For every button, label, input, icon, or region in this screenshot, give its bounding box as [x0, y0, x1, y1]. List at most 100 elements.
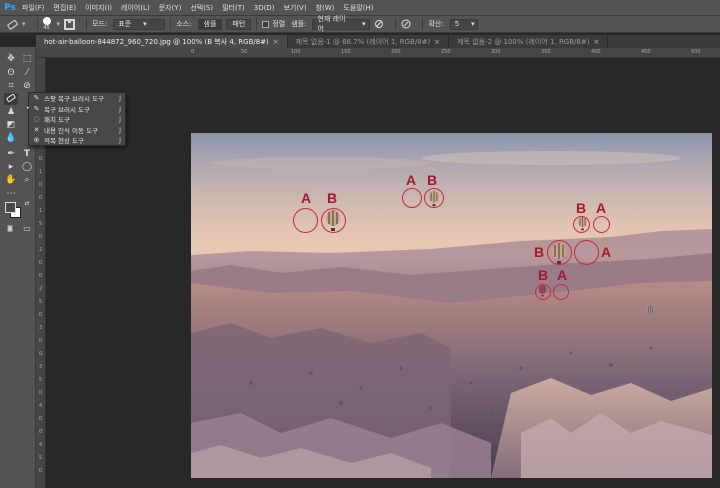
- target-circle-a: [553, 284, 569, 300]
- screen-mode-icon[interactable]: ▭: [20, 223, 34, 235]
- flyout-item-patch[interactable]: ◌ 패치 도구 J: [29, 114, 125, 125]
- ruler-tick-label: 4: [39, 403, 43, 409]
- menu-edit[interactable]: 편집(E): [53, 3, 76, 13]
- ellipse-tool-icon[interactable]: ◯: [20, 161, 34, 173]
- ruler-tick-label: 100: [291, 49, 301, 55]
- spot-healing-icon: ✎: [33, 94, 40, 103]
- move-tool-icon[interactable]: ✥: [4, 53, 18, 65]
- target-circle-a: [593, 216, 610, 233]
- hand-tool-icon[interactable]: ✋: [4, 174, 18, 186]
- flyout-item-healing-brush[interactable]: • ✎ 복구 브러시 도구 J: [26, 104, 125, 115]
- divider: [256, 18, 258, 30]
- clone-stamp-tool-icon[interactable]: ♟: [4, 106, 18, 118]
- ruler-tick-label: 4: [39, 442, 43, 448]
- menu-bar: Ps 파일(F) 편집(E) 이미지(I) 레이어(L) 문자(Y) 선택(S)…: [0, 0, 720, 16]
- marker-b: B: [576, 200, 587, 216]
- ruler-tick-label: 0: [39, 260, 43, 266]
- menu-select[interactable]: 선택(S): [190, 3, 213, 13]
- ruler-tick-label: 1: [39, 169, 43, 175]
- source-circle-b: [535, 284, 551, 300]
- ruler-horizontal: 0 50 100 150 200 250 300 350 400 450 500: [36, 48, 720, 58]
- mode-select[interactable]: 표준 ▾: [113, 18, 166, 30]
- ruler-tick-label: 0: [39, 338, 43, 344]
- eyedropper-tool-icon[interactable]: ⊘: [20, 80, 34, 92]
- chevron-down-icon[interactable]: ▾: [57, 20, 61, 28]
- close-icon[interactable]: ×: [273, 38, 279, 46]
- source-sampled-button[interactable]: 샘플: [197, 18, 223, 30]
- aligned-label: 정렬: [272, 20, 286, 28]
- target-circle-a: [574, 240, 599, 265]
- mode-label: 모드:: [92, 20, 108, 28]
- flyout-item-spot-healing[interactable]: ✎ 스팟 복구 브러시 도구 J: [29, 93, 125, 104]
- ruler-tick-label: 200: [391, 49, 401, 55]
- close-icon[interactable]: ×: [434, 38, 440, 46]
- menu-file[interactable]: 파일(F): [22, 3, 44, 13]
- chevron-down-icon: ▾: [361, 20, 366, 28]
- close-icon[interactable]: ×: [593, 38, 599, 46]
- more-tools-icon[interactable]: ⋯: [4, 188, 18, 200]
- marker-b: B: [427, 172, 438, 188]
- crop-tool-icon[interactable]: ⌗: [4, 80, 18, 92]
- healing-brush-preset-icon[interactable]: ▾: [6, 19, 26, 30]
- flyout-item-red-eye[interactable]: ⊕ 적목 현상 도구 J: [29, 135, 125, 146]
- divider: [422, 18, 424, 30]
- tab-untitled-1[interactable]: 제목 없음-1 @ 66.7% (레이어 1, RGB/8#) ×: [288, 35, 450, 48]
- landscape-photo: [191, 151, 712, 478]
- divider: [36, 18, 38, 30]
- foreground-color-swatch[interactable]: [5, 202, 16, 213]
- sample-label: 샘플:: [291, 20, 307, 28]
- source-circle-b: [424, 188, 444, 208]
- pen-tool-icon[interactable]: ✒: [4, 148, 18, 160]
- swap-colors-icon[interactable]: ⇄: [20, 198, 34, 210]
- menu-image[interactable]: 이미지(I): [85, 3, 112, 13]
- menu-layer[interactable]: 레이어(L): [121, 3, 150, 13]
- marker-a: A: [596, 200, 607, 216]
- document-canvas[interactable]: A B A B B A B A B A: [191, 133, 712, 478]
- marquee-tool-icon[interactable]: ⬚: [20, 53, 34, 65]
- ruler-tick-label: 0: [39, 182, 43, 188]
- photoshop-logo: Ps: [4, 2, 16, 13]
- pressure-size-icon[interactable]: [401, 19, 411, 29]
- sample-select[interactable]: 현재 레이어 ▾: [312, 15, 371, 33]
- lasso-tool-icon[interactable]: ʘ: [4, 67, 18, 79]
- brush-size-picker[interactable]: 45: [42, 17, 51, 31]
- marker-b: B: [534, 244, 545, 260]
- quick-mask-icon[interactable]: ◙: [3, 223, 17, 235]
- flyout-item-content-aware-move[interactable]: ✕ 내용 인식 이동 도구 J: [29, 125, 125, 136]
- ruler-tick-label: 5: [39, 455, 43, 461]
- menu-help[interactable]: 도움말(H): [343, 3, 373, 13]
- marker-a: A: [557, 267, 568, 283]
- menu-view[interactable]: 보기(V): [283, 3, 306, 13]
- menu-type[interactable]: 문자(Y): [159, 3, 182, 13]
- healing-brush-tool-icon[interactable]: [4, 93, 18, 105]
- brush-size-value: 45: [43, 25, 50, 31]
- ruler-tick-label: 250: [441, 49, 451, 55]
- mode-value: 표준: [118, 20, 132, 28]
- path-selection-tool-icon[interactable]: ▸: [4, 161, 18, 173]
- brush-tip-icon: [42, 17, 51, 25]
- chevron-down-icon: ▾: [143, 20, 147, 28]
- eraser-tool-icon[interactable]: ◩: [4, 119, 18, 131]
- menu-3d[interactable]: 3D(D): [254, 4, 275, 12]
- ruler-tick-label: 50: [241, 49, 248, 55]
- document-tab-bar: hot-air-balloon-844872_960_720.jpg @ 100…: [36, 35, 720, 48]
- healing-tools-flyout: ✎ 스팟 복구 브러시 도구 J • ✎ 복구 브러시 도구 J ◌ 패치 도구 J …: [26, 92, 126, 146]
- tab-hot-air-balloon[interactable]: hot-air-balloon-844872_960_720.jpg @ 100…: [36, 35, 288, 48]
- brush-settings-icon[interactable]: [64, 18, 76, 30]
- menu-window[interactable]: 창(W): [316, 3, 335, 13]
- marker-b: B: [327, 190, 338, 206]
- type-tool-icon[interactable]: T: [20, 148, 34, 160]
- blur-tool-icon[interactable]: 💧: [4, 132, 18, 144]
- diffusion-select[interactable]: 5 ▾: [449, 18, 478, 30]
- ruler-tick-label: 5: [39, 221, 43, 227]
- ruler-tick-label: 0: [39, 390, 43, 396]
- divider: [395, 18, 397, 30]
- source-pattern-button[interactable]: 패턴: [226, 18, 252, 30]
- magic-wand-tool-icon[interactable]: ⁄: [20, 67, 34, 79]
- aligned-checkbox[interactable]: [262, 20, 270, 28]
- ignore-adjustment-layers-icon[interactable]: [374, 19, 384, 29]
- menu-filter[interactable]: 필터(T): [222, 3, 245, 13]
- zoom-tool-icon[interactable]: ⌕: [20, 174, 34, 186]
- marker-a: A: [406, 172, 417, 188]
- tab-untitled-2[interactable]: 제목 없음-2 @ 100% (레이어 1, RGB/8#) ×: [449, 35, 609, 48]
